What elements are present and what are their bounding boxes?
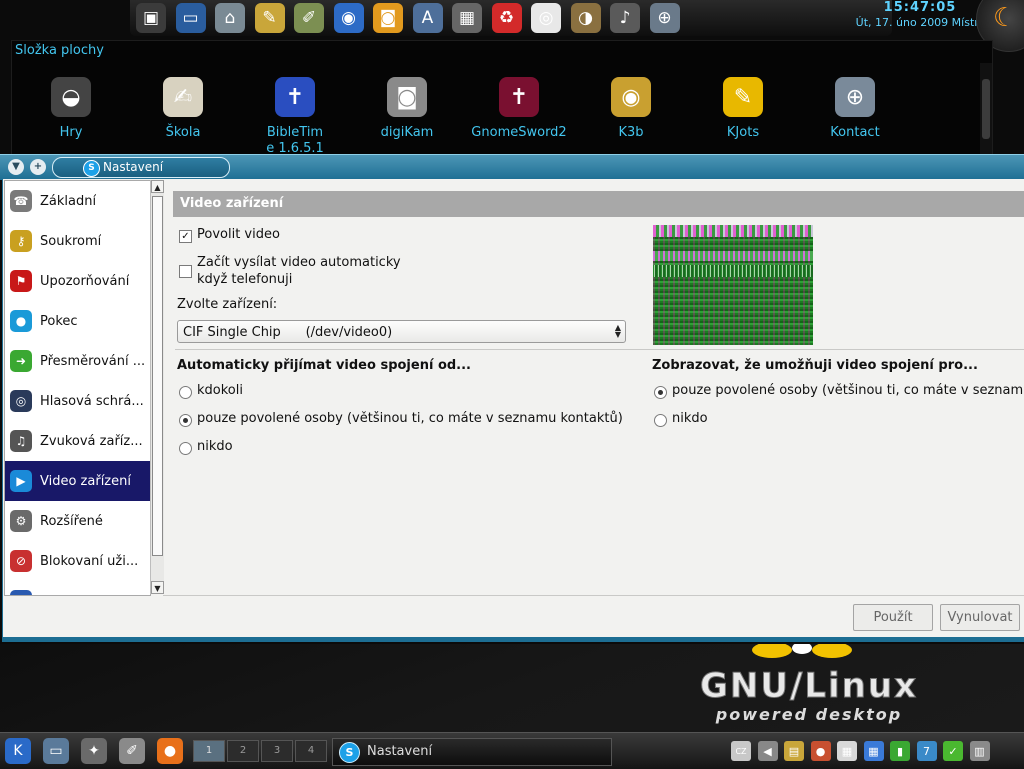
notes-tray-icon[interactable]: ▦ [837,741,857,761]
kde-logo-icon: ☾ [993,3,1017,33]
volume-icon[interactable]: ◀ [757,741,778,761]
jots-icon: ✎ [723,77,763,117]
window-title: Nastavení [103,160,164,174]
calculator-icon[interactable]: ▦ [452,3,482,33]
window-menu-button[interactable]: ▼ [8,159,24,175]
desktop-item[interactable]: ✎ KJots [691,77,795,141]
helmet-icon: ◒ [51,77,91,117]
gear-icon: ⚙ [10,510,32,532]
trash-icon[interactable]: ♻ [491,3,522,33]
footer-divider [163,595,1024,596]
skype-icon: S [83,160,100,177]
media-player-icon[interactable]: ◑ [570,3,601,33]
task-nastaveni[interactable]: S Nastavení [332,738,612,766]
desktop-icon[interactable]: ▭ [175,3,206,33]
clipboard-icon[interactable]: ▤ [784,741,804,761]
block-user-icon: ⊘ [10,550,32,572]
sidebar-item-label: Blokovaní uži... [40,553,139,569]
desktop-item[interactable]: ⊕ Kontact [803,77,907,141]
sidebar-item-label: Rozšířené [40,513,103,529]
wastebasket-icon[interactable]: ▥ [969,741,990,761]
chat-tray-icon[interactable]: ● [810,741,831,761]
firefox-icon[interactable]: ● [157,738,183,764]
folder-scrollbar[interactable] [980,63,992,157]
show-video-options: pouze povolené osoby (většinou ti, co má… [3,179,1023,479]
tools-icon[interactable]: ✦ [81,738,107,764]
desktop-item-label: Hry [59,125,83,140]
show-radio[interactable] [654,414,667,427]
network-icon[interactable]: ⌂ [215,3,245,33]
desktop-1-button[interactable]: 1 [193,740,225,762]
window-body: ☎ Základní ⚷ Soukromí ⚑ Upozorňování ● Pokec ➜ Př… [2,179,1024,642]
window-titlebar[interactable]: ▼ + S Nastavení [0,154,1024,180]
show-option-label[interactable]: pouze povolené osoby (většinou ti, co má… [672,383,1023,398]
kontact-icon: ⊕ [835,77,875,117]
top-panel: ▣ ▭ ⌂ ✎ ✐ ◉ ◙ A ▦ ♻ ◎ ◑ ♪ ⊕ 15:47:05 Út, 17. úno 2009… [130,0,984,36]
desktop-item-label: GnomeSword2 [471,125,567,140]
network-signal-icon[interactable]: ▮ [890,741,910,761]
kde-menu-icon[interactable]: K [5,738,31,764]
settings-icon[interactable]: ✐ [119,738,145,764]
show-option-label[interactable]: nikdo [672,411,708,426]
disk-save-icon[interactable]: ◙ [373,3,403,33]
desktop-item[interactable]: ✝ GnomeSword2 [467,77,571,141]
tux-feet-graphic [752,644,852,658]
desktop-item[interactable]: ◉ K3b [579,77,683,141]
logo-sub-text: powered desktop [715,705,903,724]
desktop-item[interactable]: ◒ Hry [19,77,123,141]
editor-icon[interactable]: ✐ [294,3,324,33]
desktop-item-label: BibleTime 1.6.5.1 [266,125,324,156]
desktop-item-label: digiKam [380,125,434,140]
bible-icon: ✝ [499,77,539,117]
desktop-folder-view: Složka plochy ◒ Hry ✍ Škola ✝ BibleTime 1.6.5… [11,40,993,158]
sidebar-item[interactable]: → [5,581,150,595]
desktop-item[interactable]: ✝ BibleTime 1.6.5.1 [243,77,347,157]
settings-window: ▼ + S Nastavení ☎ Základní ⚷ Soukromí ⚑ Upozo… [0,154,1024,644]
update-icon[interactable]: 7 [916,741,937,761]
window-title-tab[interactable]: S Nastavení [52,157,230,178]
show-radio[interactable] [654,386,667,399]
status-icon[interactable]: ✓ [943,741,963,761]
notebook-icon: ✍ [163,77,203,117]
arrow-icon: → [10,590,32,595]
font-icon[interactable]: A [412,3,443,33]
bibletime-icon: ✝ [275,77,315,117]
skype-icon: S [339,742,360,763]
task-title: Nastavení [367,744,433,759]
reset-button[interactable]: Vynulovat [940,604,1020,631]
contacts-icon[interactable]: ⊕ [649,3,680,33]
desktop-item-label: Kontact [830,125,880,140]
desktop-item-label: KJots [726,125,760,140]
floppy-icon[interactable]: ◉ [333,3,364,33]
camera-icon: ◙ [387,77,427,117]
terminal-icon[interactable]: ▣ [136,3,166,33]
desktop-3-button[interactable]: 3 [261,740,293,762]
apply-button[interactable]: Použít [853,604,933,631]
cd-burn-icon[interactable]: ◎ [531,3,561,33]
window-sticky-button[interactable]: + [30,159,46,175]
notes-icon[interactable]: ✎ [254,3,285,33]
sidebar-item[interactable]: ⊘ Blokovaní uži... [5,541,150,581]
desktop-2-button[interactable]: 2 [227,740,259,762]
music-icon[interactable]: ♪ [610,3,640,33]
keyboard-layout-icon[interactable]: CZ [731,741,751,761]
desktop-item[interactable]: ◙ digiKam [355,77,459,141]
bottom-panel: K ▭ ✦ ✐ ● 1234 S Nastavení CZ ◀ ▤ ● ▦ ▦ ▮ 7 ✓ ▥ [0,732,1024,769]
desktop-4-button[interactable]: 4 [295,740,327,762]
desktop-item[interactable]: ✍ Škola [131,77,235,141]
show-desktop-icon[interactable]: ▭ [43,738,69,764]
folder-scroll-thumb[interactable] [982,79,990,139]
logo-main-text: GNU/Linux [699,666,919,707]
desktop-item-label: K3b [618,125,644,140]
folder-title: Složka plochy [15,43,104,58]
desktop-item-label: Škola [165,125,201,140]
gnu-linux-logo: GNU/Linux powered desktop [684,666,934,724]
scroll-down-arrow[interactable]: ▼ [151,581,164,594]
sidebar-item[interactable]: ⚙ Rozšířené [5,501,150,541]
calendar-icon[interactable]: ▦ [863,741,884,761]
cd-burner-icon: ◉ [611,77,651,117]
